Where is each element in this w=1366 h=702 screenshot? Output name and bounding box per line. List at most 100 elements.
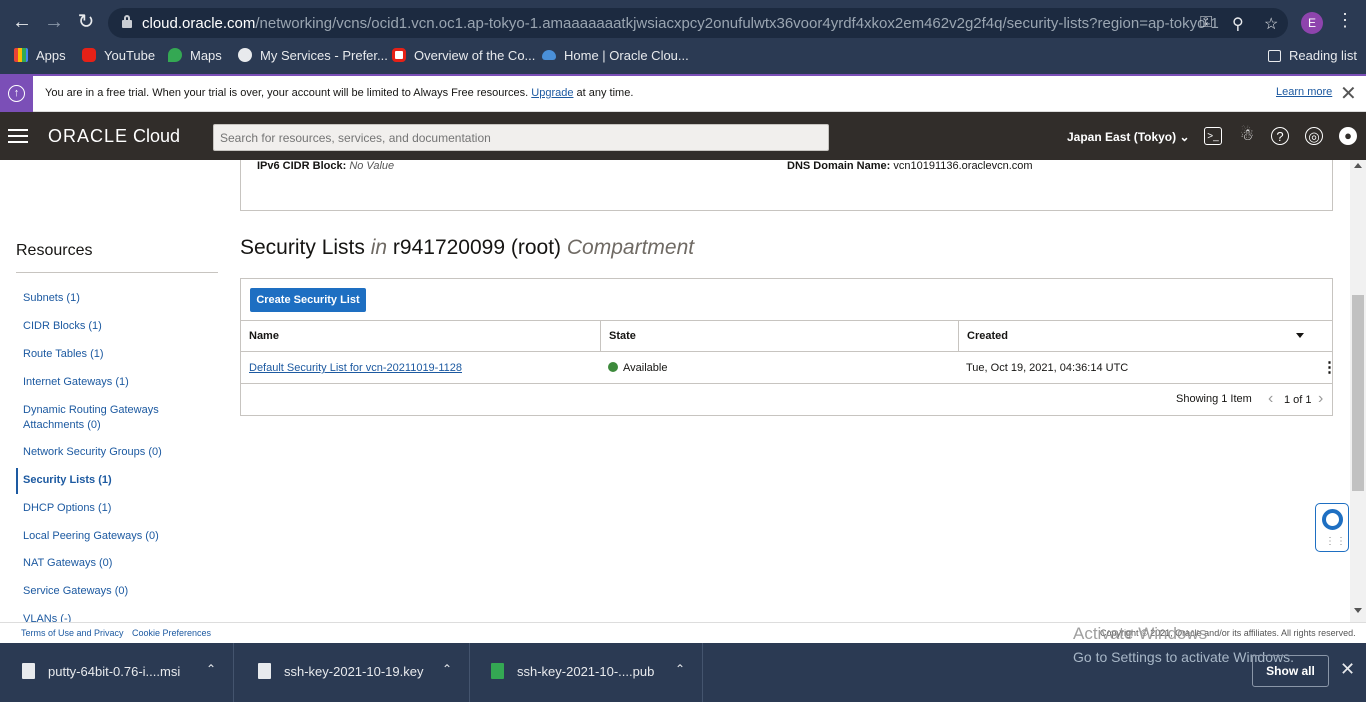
bookmark-label: Apps bbox=[36, 48, 66, 63]
bookmark-oracle-home[interactable]: Home | Oracle Clou... bbox=[542, 44, 689, 74]
key-icon[interactable]: ⚿ bbox=[1200, 14, 1212, 32]
console-header: ORACLE Cloud Japan East (Tokyo) ⌄ >_ ☃ ?… bbox=[0, 112, 1366, 160]
chevron-left-icon[interactable]: ‹ bbox=[1268, 390, 1273, 408]
sidebar-item-route-tables[interactable]: Route Tables (1) bbox=[23, 347, 203, 362]
close-icon[interactable]: ✕ bbox=[1340, 81, 1357, 106]
reading-list[interactable]: Reading list bbox=[1268, 44, 1357, 74]
url-text[interactable]: cloud.oracle.com/networking/vcns/ocid1.v… bbox=[142, 15, 1219, 32]
resources-sidebar: Resources Subnets (1) CIDR Blocks (1) Ro… bbox=[16, 160, 218, 622]
sidebar-item-vlans[interactable]: VLANs (-) bbox=[23, 612, 203, 622]
terms-link[interactable]: Terms of Use and Privacy bbox=[21, 628, 124, 638]
trial-text-before: You are in a free trial. When your trial… bbox=[45, 87, 532, 99]
back-icon[interactable]: ← bbox=[10, 10, 34, 34]
sidebar-item-local-peering-gateways[interactable]: Local Peering Gateways (0) bbox=[23, 529, 203, 544]
brand-name: ORACLE bbox=[48, 126, 129, 146]
help-widget[interactable]: ⋮⋮ bbox=[1315, 503, 1349, 552]
row-actions-menu-icon[interactable]: ⋮ bbox=[1322, 358, 1337, 376]
learn-more-link[interactable]: Learn more bbox=[1276, 86, 1332, 98]
lock-icon[interactable] bbox=[122, 15, 132, 28]
compartment-suffix: Compartment bbox=[566, 236, 695, 259]
download-item[interactable]: ssh-key-2021-10-19.key ⌃ bbox=[236, 643, 470, 702]
bookmark-my-services[interactable]: My Services - Prefer... bbox=[238, 44, 388, 74]
help-icon[interactable]: ? bbox=[1271, 127, 1289, 145]
bookmark-overview[interactable]: Overview of the Co... bbox=[392, 44, 535, 74]
column-header-name[interactable]: Name bbox=[241, 321, 600, 352]
globe-icon bbox=[238, 48, 252, 62]
cookie-preferences-link[interactable]: Cookie Preferences bbox=[132, 628, 211, 638]
download-item[interactable]: ssh-key-2021-10-....pub ⌃ bbox=[469, 643, 703, 702]
oracle-cloud-logo[interactable]: ORACLE Cloud bbox=[48, 126, 180, 147]
star-icon[interactable]: ☆ bbox=[1264, 14, 1278, 34]
upgrade-link[interactable]: Upgrade bbox=[531, 87, 573, 99]
page-scrollbar[interactable] bbox=[1350, 160, 1366, 622]
scroll-up-icon[interactable] bbox=[1354, 163, 1362, 168]
bookmark-apps[interactable]: Apps bbox=[14, 44, 66, 74]
drag-handle-icon[interactable]: ⋮⋮ bbox=[1325, 536, 1347, 547]
column-header-state[interactable]: State bbox=[600, 321, 958, 352]
chevron-up-icon[interactable]: ⌃ bbox=[206, 662, 216, 676]
browser-toolbar: ← → ↻ cloud.oracle.com/networking/vcns/o… bbox=[0, 0, 1366, 44]
reading-list-icon bbox=[1268, 50, 1281, 62]
bell-icon[interactable]: ☃ bbox=[1238, 127, 1256, 145]
chevron-up-icon[interactable]: ⌃ bbox=[442, 662, 452, 676]
life-ring-icon bbox=[1322, 509, 1343, 530]
ipv6-label: IPv6 CIDR Block: bbox=[257, 160, 347, 172]
upgrade-arrow-icon: ↑ bbox=[8, 85, 25, 102]
sort-descending-icon[interactable] bbox=[1296, 333, 1304, 338]
address-bar[interactable]: cloud.oracle.com/networking/vcns/ocid1.v… bbox=[108, 8, 1288, 38]
language-globe-icon[interactable]: ◎ bbox=[1305, 127, 1323, 145]
youtube-icon bbox=[82, 48, 96, 62]
region-selector[interactable]: Japan East (Tokyo) ⌄ bbox=[1067, 130, 1190, 144]
sidebar-item-drg-attachments[interactable]: Dynamic Routing Gateways Attachments (0) bbox=[23, 403, 173, 433]
table-footer: Showing 1 Item ‹ 1 of 1 › bbox=[241, 385, 1332, 415]
create-security-list-button[interactable]: Create Security List bbox=[250, 288, 366, 312]
show-all-downloads-button[interactable]: Show all bbox=[1252, 655, 1329, 687]
hamburger-menu-icon[interactable] bbox=[8, 129, 28, 143]
dns-detail: DNS Domain Name: vcn10191136.oraclevcn.c… bbox=[787, 160, 1033, 172]
bookmark-youtube[interactable]: YouTube bbox=[82, 44, 155, 74]
file-icon bbox=[258, 663, 271, 679]
item-count: Showing 1 Item bbox=[1176, 393, 1252, 405]
state-cell: Available bbox=[600, 352, 667, 384]
chevron-down-icon: ⌄ bbox=[1179, 130, 1190, 144]
download-item[interactable]: putty-64bit-0.76-i....msi ⌃ bbox=[0, 643, 234, 702]
reading-list-label: Reading list bbox=[1289, 48, 1357, 63]
global-search-input[interactable] bbox=[213, 124, 829, 151]
spreadsheet-file-icon bbox=[491, 663, 504, 679]
sidebar-item-dhcp-options[interactable]: DHCP Options (1) bbox=[23, 501, 203, 516]
scrollbar-thumb[interactable] bbox=[1352, 295, 1364, 491]
user-profile-icon[interactable]: ● bbox=[1339, 127, 1357, 145]
security-list-name-link[interactable]: Default Security List for vcn-20211019-1… bbox=[249, 362, 462, 374]
region-label: Japan East (Tokyo) bbox=[1067, 130, 1177, 144]
sidebar-item-subnets[interactable]: Subnets (1) bbox=[23, 291, 203, 306]
scroll-down-icon[interactable] bbox=[1354, 608, 1362, 613]
page-title-text: Security Lists bbox=[240, 236, 365, 259]
browser-menu-icon[interactable]: ⋮ bbox=[1336, 10, 1354, 31]
bookmark-label: Overview of the Co... bbox=[414, 48, 536, 63]
table-row: Default Security List for vcn-20211019-1… bbox=[241, 352, 1337, 384]
trial-text-after: at any time. bbox=[573, 87, 634, 99]
activate-windows-title: Activate Windows bbox=[1073, 624, 1208, 643]
sidebar-item-service-gateways[interactable]: Service Gateways (0) bbox=[23, 584, 203, 599]
column-header-created[interactable]: Created bbox=[958, 321, 1332, 352]
sidebar-item-nat-gateways[interactable]: NAT Gateways (0) bbox=[23, 556, 203, 571]
sidebar-item-internet-gateways[interactable]: Internet Gateways (1) bbox=[23, 375, 203, 390]
close-icon[interactable]: ✕ bbox=[1340, 659, 1355, 680]
page-title: Security Lists in r941720099 (root) Comp… bbox=[240, 236, 694, 260]
url-path: /networking/vcns/ocid1.vcn.oc1.ap-tokyo-… bbox=[255, 15, 1219, 32]
trial-message: You are in a free trial. When your trial… bbox=[45, 87, 633, 99]
chevron-right-icon[interactable]: › bbox=[1318, 390, 1323, 408]
download-filename: ssh-key-2021-10-19.key bbox=[284, 664, 424, 679]
chevron-up-icon[interactable]: ⌃ bbox=[675, 662, 685, 676]
browser-profile-avatar[interactable]: E bbox=[1301, 12, 1323, 34]
forward-icon[interactable]: → bbox=[42, 10, 66, 34]
dns-value: vcn10191136.oraclevcn.com bbox=[893, 160, 1033, 172]
reload-icon[interactable]: ↻ bbox=[74, 10, 98, 34]
sidebar-item-cidr-blocks[interactable]: CIDR Blocks (1) bbox=[23, 319, 203, 334]
sidebar-item-network-security-groups[interactable]: Network Security Groups (0) bbox=[23, 445, 203, 460]
bookmark-maps[interactable]: Maps bbox=[168, 44, 222, 74]
sidebar-item-security-lists[interactable]: Security Lists (1) bbox=[23, 473, 203, 488]
ipv6-value: No Value bbox=[349, 160, 395, 172]
cloud-shell-icon[interactable]: >_ bbox=[1204, 127, 1222, 145]
zoom-icon[interactable]: ⚲ bbox=[1232, 14, 1244, 34]
